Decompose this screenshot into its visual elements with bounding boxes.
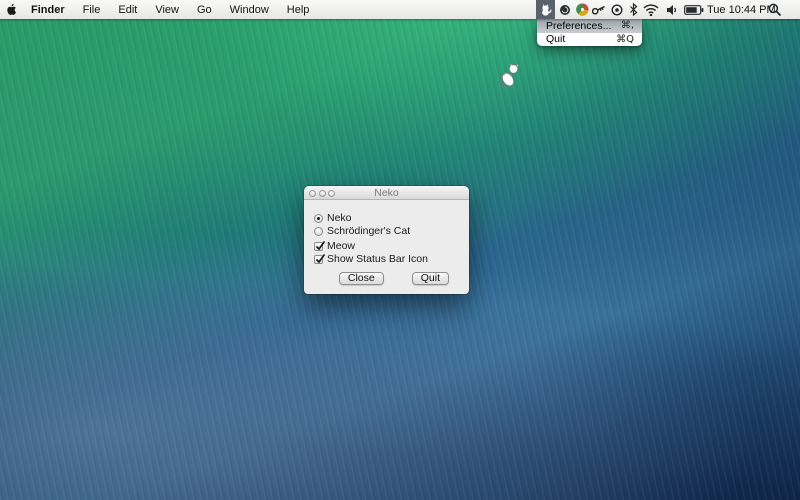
key-icon bbox=[592, 4, 606, 16]
menu-item-preferences-label: Preferences... bbox=[546, 20, 611, 32]
checkmark-icon bbox=[315, 240, 326, 251]
menu-item-quit-label: Quit bbox=[546, 33, 565, 45]
menu-item-preferences-shortcut: ⌘, bbox=[621, 20, 634, 31]
desktop-wallpaper: Finder File Edit View Go Window Help bbox=[0, 0, 800, 500]
checkbox-status-bar-icon-row[interactable]: Show Status Bar Icon bbox=[314, 254, 428, 264]
neko-cat-icon bbox=[540, 3, 552, 16]
record-icon bbox=[611, 4, 623, 16]
menu-window[interactable]: Window bbox=[221, 0, 278, 19]
checkbox-meow-row[interactable]: Meow bbox=[314, 241, 355, 251]
checkbox-meow-label: Meow bbox=[327, 240, 355, 252]
window-title: Neko bbox=[304, 186, 469, 200]
apple-icon bbox=[6, 3, 17, 16]
quit-button[interactable]: Quit bbox=[412, 272, 449, 285]
radio-schrodingers-cat-label: Schrödinger's Cat bbox=[327, 225, 410, 237]
menu-bar: Finder File Edit View Go Window Help bbox=[0, 0, 800, 19]
menu-view[interactable]: View bbox=[146, 0, 188, 19]
status-item-wifi[interactable] bbox=[642, 0, 660, 19]
neko-window: Neko Neko Schrödinger's Cat Meow S bbox=[304, 186, 469, 294]
status-item-swirl[interactable] bbox=[558, 0, 571, 19]
wifi-icon bbox=[643, 4, 659, 16]
window-titlebar[interactable]: Neko bbox=[304, 186, 469, 200]
radio-neko-label: Neko bbox=[327, 212, 352, 224]
neko-cat-sprite bbox=[497, 62, 521, 90]
menu-go[interactable]: Go bbox=[188, 0, 221, 19]
menu-app-name[interactable]: Finder bbox=[22, 0, 74, 19]
bluetooth-icon bbox=[629, 3, 638, 16]
spotlight-magnifier-icon bbox=[768, 3, 781, 16]
status-item-volume[interactable] bbox=[665, 0, 679, 19]
status-item-key[interactable] bbox=[592, 0, 606, 19]
globe-icon bbox=[576, 3, 589, 16]
menu-item-quit-shortcut: ⌘Q bbox=[616, 34, 634, 45]
radio-schrodingers-cat-row[interactable]: Schrödinger's Cat bbox=[314, 226, 410, 236]
menu-item-preferences[interactable]: Preferences... ⌘, bbox=[537, 19, 642, 33]
radio-neko[interactable] bbox=[314, 214, 323, 223]
radio-schrodingers-cat[interactable] bbox=[314, 227, 323, 236]
close-button[interactable]: Close bbox=[339, 272, 384, 285]
status-item-battery[interactable] bbox=[683, 0, 704, 19]
status-dropdown-menu: Preferences... ⌘, Quit ⌘Q bbox=[537, 19, 642, 46]
menu-bar-left: Finder File Edit View Go Window Help bbox=[0, 0, 318, 19]
radio-neko-row[interactable]: Neko bbox=[314, 213, 352, 223]
status-item-bluetooth[interactable] bbox=[628, 0, 638, 19]
status-item-globe[interactable] bbox=[575, 0, 589, 19]
status-item-record[interactable] bbox=[610, 0, 623, 19]
checkmark-icon bbox=[315, 253, 326, 264]
volume-icon bbox=[666, 4, 679, 16]
menu-edit[interactable]: Edit bbox=[109, 0, 146, 19]
checkbox-show-status-bar-icon[interactable] bbox=[314, 255, 323, 264]
spotlight-menu-item[interactable] bbox=[766, 0, 782, 19]
battery-icon bbox=[684, 5, 704, 15]
menu-item-quit[interactable]: Quit ⌘Q bbox=[537, 33, 642, 47]
neko-status-item[interactable] bbox=[536, 0, 555, 19]
swirl-icon bbox=[559, 4, 571, 16]
apple-menu[interactable] bbox=[0, 0, 22, 19]
checkbox-meow[interactable] bbox=[314, 242, 323, 251]
checkbox-show-status-bar-icon-label: Show Status Bar Icon bbox=[327, 253, 428, 265]
menu-help[interactable]: Help bbox=[278, 0, 319, 19]
menu-file[interactable]: File bbox=[74, 0, 110, 19]
button-row: Close Quit bbox=[339, 272, 449, 285]
